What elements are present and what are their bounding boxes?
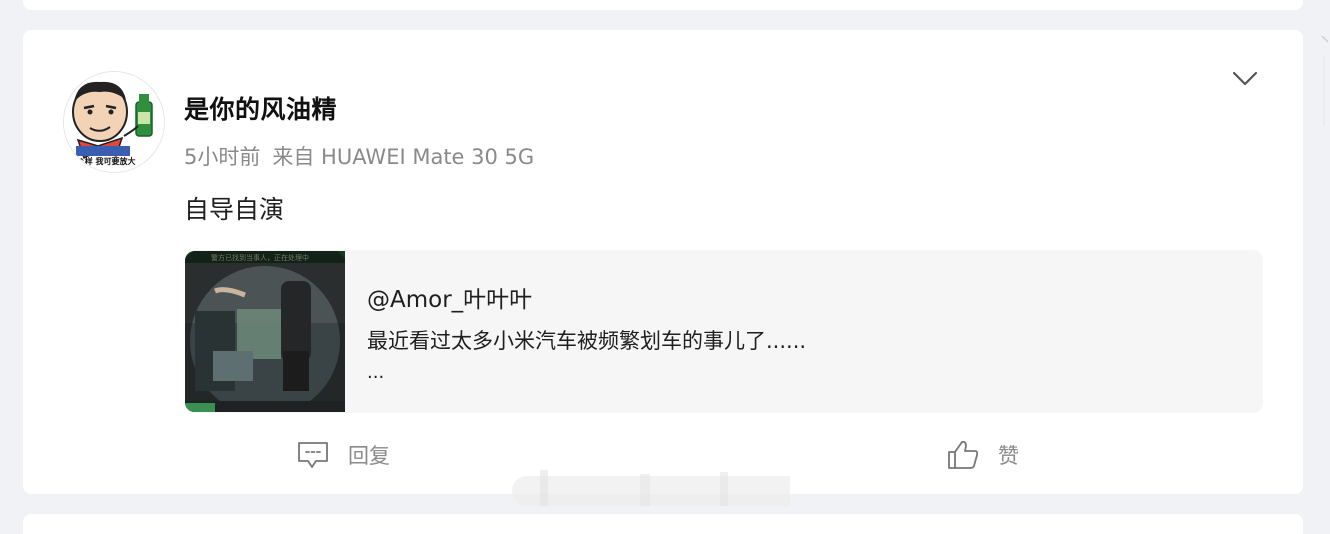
repost-text: 最近看过太多小米汽车被频繁划车的事儿了...... (367, 329, 807, 353)
chevron-down-icon[interactable] (1230, 67, 1260, 91)
post-meta: 5小时前 来自 HUAWEI Mate 30 5G (184, 141, 534, 171)
like-label: 赞 (998, 444, 1019, 468)
repost-thumbnail[interactable]: 警方已找到当事人，正在处理中 (185, 251, 345, 412)
comment-icon (296, 440, 330, 470)
like-button[interactable]: 赞 (946, 438, 1019, 472)
next-post-card (23, 514, 1303, 534)
reply-label: 回复 (348, 444, 390, 468)
previous-post-card (23, 0, 1303, 10)
author-name[interactable]: 是你的风油精 (184, 90, 337, 126)
thumbs-up-icon (946, 439, 980, 471)
post-source: 来自 HUAWEI Mate 30 5G (272, 145, 535, 169)
post-time[interactable]: 5小时前 (184, 145, 260, 169)
post-card: ^样 我可要放大 是你的风油精 5小时前 来自 HUAWEI Mate 30 5G… (23, 30, 1303, 494)
post-text: 自导自演 (184, 195, 285, 224)
repost-more-ellipsis: ... (367, 362, 385, 383)
avatar[interactable]: ^样 我可要放大 (63, 71, 165, 173)
repost-card[interactable]: 警方已找到当事人，正在处理中 @Amor_叶叶叶 最近看过太多小米汽车被频繁划车… (185, 250, 1263, 413)
edge-divider (1318, 35, 1330, 136)
reply-button[interactable]: 回复 (296, 438, 390, 472)
repost-username[interactable]: @Amor_叶叶叶 (367, 280, 532, 314)
avatar-caption: ^样 我可要放大 (78, 157, 136, 166)
